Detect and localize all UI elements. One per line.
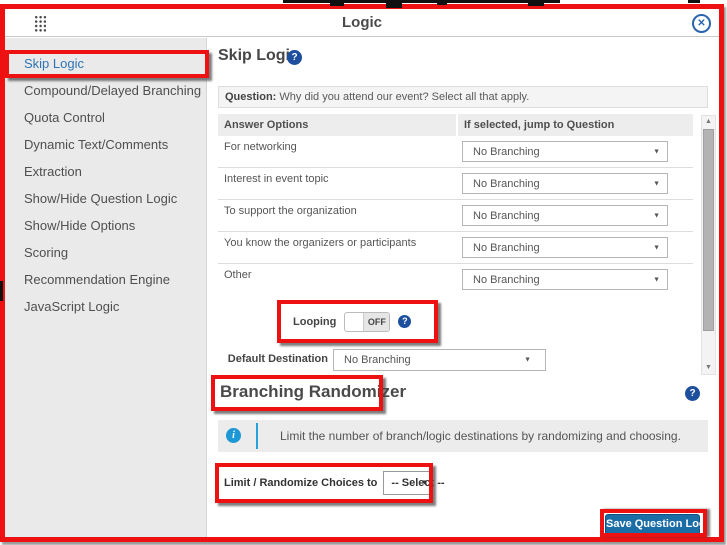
dialog-title: Logic [5, 9, 719, 37]
limit-randomize-label: Limit / Randomize Choices to [224, 477, 377, 489]
close-icon[interactable]: ✕ [692, 14, 711, 33]
dropdown-value: No Branching [473, 274, 540, 286]
info-text: Limit the number of branch/logic destina… [280, 420, 681, 452]
default-destination-label: Default Destination [218, 353, 328, 365]
chevron-down-icon: ▼ [653, 148, 660, 155]
column-header-jump-to-question: If selected, jump to Question [458, 114, 693, 136]
sidebar-item-show-hide-options[interactable]: Show/Hide Options [5, 212, 206, 239]
sidebar-item-quota-control[interactable]: Quota Control [5, 104, 206, 131]
chevron-down-icon: ▼ [524, 357, 531, 364]
help-icon[interactable]: ? [685, 386, 700, 401]
looping-label: Looping [293, 316, 336, 328]
help-icon[interactable]: ? [398, 315, 411, 328]
logic-sidebar: Skip Logic Compound/Delayed Branching Qu… [5, 38, 207, 537]
info-banner: i Limit the number of branch/logic desti… [218, 420, 708, 452]
sidebar-item-scoring[interactable]: Scoring [5, 239, 206, 266]
limit-randomize-dropdown[interactable]: -- Select -- ▼ [383, 471, 433, 495]
sidebar-item-dynamic-text-comments[interactable]: Dynamic Text/Comments [5, 131, 206, 158]
scrollbar-thumb[interactable] [703, 129, 714, 331]
jump-dropdown[interactable]: No Branching ▼ [462, 237, 668, 258]
dropdown-value: -- Select -- [391, 477, 444, 489]
vertical-scrollbar[interactable]: ▲ ▼ [701, 115, 716, 375]
sidebar-item-compound-delayed-branching[interactable]: Compound/Delayed Branching [5, 77, 206, 104]
dropdown-value: No Branching [473, 210, 540, 222]
jump-dropdown[interactable]: No Branching ▼ [462, 173, 668, 194]
sidebar-item-javascript-logic[interactable]: JavaScript Logic [5, 293, 206, 320]
cropped-text-artifact [386, 0, 402, 8]
answer-options-table: For networking No Branching ▼ Interest i… [218, 136, 693, 296]
question-label: Question: [225, 91, 276, 103]
table-row: You know the organizers or participants … [218, 232, 693, 264]
answer-option-label: Interest in event topic [224, 173, 329, 185]
cropped-text-artifact [688, 0, 700, 3]
dropdown-value: No Branching [473, 178, 540, 190]
question-text: Why did you attend our event? Select all… [276, 91, 529, 103]
table-header: Answer Options If selected, jump to Ques… [218, 114, 693, 136]
table-row: To support the organization No Branching… [218, 200, 693, 232]
chevron-down-icon: ▼ [421, 480, 428, 487]
default-destination-dropdown[interactable]: No Branching ▼ [333, 349, 546, 371]
scroll-up-icon[interactable]: ▲ [702, 116, 715, 128]
cropped-text-artifact [0, 281, 3, 301]
info-icon: i [226, 428, 241, 443]
info-divider [256, 423, 258, 449]
cropped-text-artifact [283, 0, 560, 3]
answer-option-label: Other [224, 269, 252, 281]
jump-dropdown[interactable]: No Branching ▼ [462, 205, 668, 226]
answer-option-label: To support the organization [224, 205, 357, 217]
jump-dropdown[interactable]: No Branching ▼ [462, 269, 668, 290]
section-title-branching-randomizer: Branching Randomizer [220, 382, 406, 402]
answer-option-label: You know the organizers or participants [224, 237, 416, 249]
jump-dropdown[interactable]: No Branching ▼ [462, 141, 668, 162]
table-row: Interest in event topic No Branching ▼ [218, 168, 693, 200]
sidebar-item-skip-logic[interactable]: Skip Logic [5, 50, 206, 77]
column-header-answer-options: Answer Options [218, 114, 456, 136]
chevron-down-icon: ▼ [653, 276, 660, 283]
table-row: For networking No Branching ▼ [218, 136, 693, 168]
save-question-logic-button[interactable]: Save Question Logic [605, 514, 700, 535]
toggle-state: OFF [363, 313, 389, 331]
chevron-down-icon: ▼ [653, 180, 660, 187]
table-row: Other No Branching ▼ [218, 264, 693, 296]
cropped-text-artifact [330, 0, 344, 6]
limit-randomize-row: Limit / Randomize Choices to -- Select -… [215, 463, 433, 503]
dropdown-value: No Branching [344, 354, 411, 366]
cropped-text-artifact [528, 0, 544, 6]
dropdown-value: No Branching [473, 146, 540, 158]
logic-dialog: Logic ✕ Skip Logic Compound/Delayed Bran… [0, 4, 724, 542]
looping-toggle[interactable]: OFF [344, 312, 390, 332]
chevron-down-icon: ▼ [653, 212, 660, 219]
sidebar-item-show-hide-question-logic[interactable]: Show/Hide Question Logic [5, 185, 206, 212]
help-icon[interactable]: ? [287, 50, 302, 65]
sidebar-item-extraction[interactable]: Extraction [5, 158, 206, 185]
scroll-down-icon[interactable]: ▼ [702, 362, 715, 374]
looping-row: Looping OFF ? [277, 300, 438, 343]
answer-option-label: For networking [224, 141, 297, 153]
cropped-text-artifact [437, 0, 447, 5]
sidebar-item-recommendation-engine[interactable]: Recommendation Engine [5, 266, 206, 293]
dialog-titlebar: Logic ✕ [5, 9, 719, 37]
dropdown-value: No Branching [473, 242, 540, 254]
chevron-down-icon: ▼ [653, 244, 660, 251]
question-summary: Question: Why did you attend our event? … [218, 86, 708, 108]
